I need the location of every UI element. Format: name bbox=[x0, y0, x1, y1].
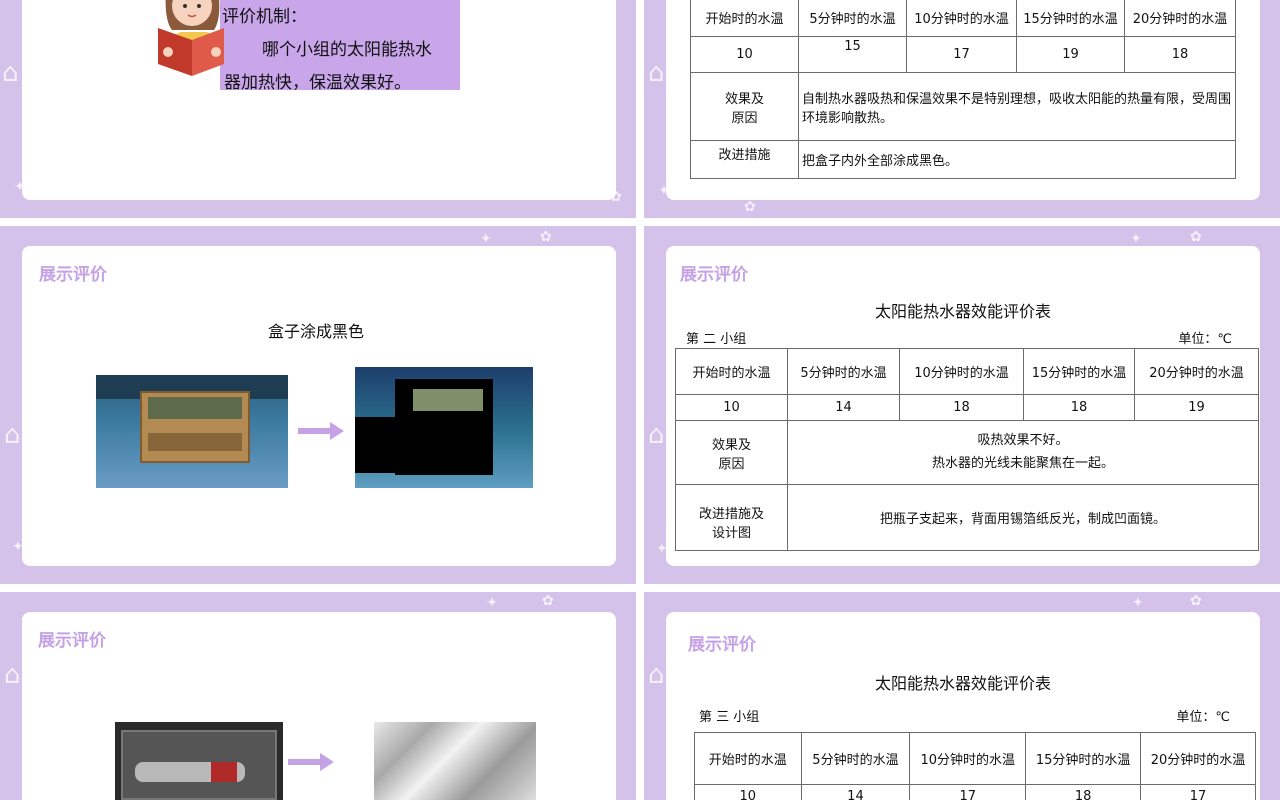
value-cell: 10 bbox=[694, 784, 802, 800]
unit-label: 单位：℃ bbox=[1176, 710, 1230, 725]
slide-1-card: 评价机制： 哪个小组的太阳能热水 器加热快，保温效果好。 bbox=[22, 0, 616, 200]
section-title: 展示评价 bbox=[39, 265, 107, 285]
flower-icon: ✿ bbox=[1190, 229, 1202, 245]
arrow-icon bbox=[298, 422, 344, 440]
slide-4-card: 展示评价 太阳能热水器效能评价表 第 二 小组 单位：℃ 开始时的水温 5分钟时… bbox=[666, 246, 1260, 566]
photo-caption: 盒子涂成黑色 bbox=[268, 322, 365, 341]
value-cell: 14 bbox=[800, 784, 911, 800]
girl-reading-book-icon bbox=[158, 0, 224, 76]
unit-label: 单位：℃ bbox=[1178, 332, 1232, 347]
header-cell: 20分钟时的水温 bbox=[1124, 0, 1236, 37]
flower-icon: ✿ bbox=[1190, 593, 1202, 609]
effect-text: 吸热效果不好。 热水器的光线未能聚焦在一起。 bbox=[787, 420, 1259, 485]
flower-icon: ✿ bbox=[540, 229, 552, 245]
header-cell: 20分钟时的水温 bbox=[1140, 732, 1256, 785]
header-cell: 15分钟时的水温 bbox=[1016, 0, 1125, 37]
slide-2-card: 开始时的水温 5分钟时的水温 10分钟时的水温 15分钟时的水温 20分钟时的水… bbox=[666, 0, 1260, 200]
improve-label: 改进措施 bbox=[690, 140, 799, 179]
bottle-box-photo bbox=[115, 722, 283, 800]
slide-3[interactable]: ✦ ✿ ⌂ ✦ 展示评价 盒子涂成黑色 bbox=[0, 226, 636, 584]
value-cell: 14 bbox=[787, 394, 900, 421]
evaluation-heading: 评价机制： bbox=[222, 7, 307, 27]
slide-2[interactable]: ⌂ ✦ ✿ 开始时的水温 5分钟时的水温 10分钟时的水温 15分钟时的水温 2… bbox=[644, 0, 1280, 218]
flower-icon: ✿ bbox=[744, 199, 756, 215]
efficiency-table-group-2: 开始时的水温 5分钟时的水温 10分钟时的水温 15分钟时的水温 20分钟时的水… bbox=[675, 348, 1259, 551]
arrow-icon bbox=[288, 753, 334, 771]
evaluation-line-2: 器加热快，保温效果好。 bbox=[224, 73, 411, 93]
foil-photo bbox=[374, 722, 536, 800]
effect-label: 效果及 原因 bbox=[675, 420, 788, 485]
star-icon: ✦ bbox=[486, 595, 498, 611]
section-title: 展示评价 bbox=[688, 635, 756, 655]
header-cell: 15分钟时的水温 bbox=[1025, 732, 1142, 785]
value-cell: 17 bbox=[1140, 784, 1256, 800]
star-icon: ✦ bbox=[480, 231, 492, 247]
box-photo-before bbox=[96, 375, 288, 488]
boot-icon: ⌂ bbox=[4, 420, 21, 450]
slide-4[interactable]: ✦ ✿ ⌂ ✦ 展示评价 太阳能热水器效能评价表 第 二 小组 单位：℃ 开始时… bbox=[644, 226, 1280, 584]
header-cell: 5分钟时的水温 bbox=[798, 0, 907, 37]
slide-5-card: 展示评价 bbox=[22, 612, 616, 800]
slide-1[interactable]: ✦ ⌂ ✿ 评价机制： 哪个小组的太阳能热水 器加热快，保温效果好。 bbox=[0, 0, 636, 218]
header-cell: 10分钟时的水温 bbox=[899, 348, 1024, 395]
boot-icon: ⌂ bbox=[4, 660, 21, 690]
evaluation-line-1: 哪个小组的太阳能热水 bbox=[262, 40, 432, 60]
slide-5[interactable]: ✦ ✿ ⌂ 展示评价 bbox=[0, 592, 636, 800]
group-label: 第 二 小组 bbox=[686, 332, 747, 347]
value-cell: 18 bbox=[1023, 394, 1135, 421]
header-cell: 10分钟时的水温 bbox=[909, 732, 1027, 785]
table-title: 太阳能热水器效能评价表 bbox=[874, 302, 1051, 321]
table-title: 太阳能热水器效能评价表 bbox=[874, 674, 1051, 693]
efficiency-table-group-3: 开始时的水温 5分钟时的水温 10分钟时的水温 15分钟时的水温 20分钟时的水… bbox=[694, 732, 1256, 800]
improve-label: 改进措施及 设计图 bbox=[675, 484, 788, 551]
star-icon: ✦ bbox=[1130, 231, 1142, 247]
slide-6[interactable]: ✦ ✿ ⌂ 展示评价 太阳能热水器效能评价表 第 三 小组 单位：℃ 开始时的水… bbox=[644, 592, 1280, 800]
header-cell: 开始时的水温 bbox=[675, 348, 788, 395]
boot-icon: ⌂ bbox=[2, 58, 19, 88]
slide-6-card: 展示评价 太阳能热水器效能评价表 第 三 小组 单位：℃ 开始时的水温 5分钟时… bbox=[666, 612, 1260, 800]
header-cell: 15分钟时的水温 bbox=[1023, 348, 1135, 395]
header-cell: 5分钟时的水温 bbox=[800, 732, 911, 785]
value-cell: 18 bbox=[1025, 784, 1142, 800]
boot-icon: ⌂ bbox=[648, 660, 665, 690]
improve-text: 把瓶子支起来，背面用锡箔纸反光，制成凹面镜。 bbox=[787, 484, 1259, 551]
box-photo-after bbox=[355, 367, 533, 488]
effect-label: 效果及 原因 bbox=[690, 72, 799, 141]
boot-icon: ⌂ bbox=[648, 420, 665, 450]
header-cell: 20分钟时的水温 bbox=[1134, 348, 1259, 395]
flower-icon: ✿ bbox=[542, 593, 554, 609]
header-cell: 开始时的水温 bbox=[690, 0, 799, 37]
value-cell: 18 bbox=[1124, 36, 1236, 73]
value-cell: 10 bbox=[675, 394, 788, 421]
value-cell: 17 bbox=[909, 784, 1027, 800]
value-cell: 15 bbox=[798, 36, 907, 73]
star-icon: ✦ bbox=[1132, 595, 1144, 611]
value-cell: 18 bbox=[899, 394, 1024, 421]
value-cell: 10 bbox=[690, 36, 799, 73]
improve-text: 把盒子内外全部涂成黑色。 bbox=[798, 140, 1236, 179]
header-cell: 开始时的水温 bbox=[694, 732, 802, 785]
value-cell: 19 bbox=[1134, 394, 1259, 421]
boot-icon: ⌂ bbox=[648, 58, 665, 88]
value-cell: 19 bbox=[1016, 36, 1125, 73]
group-label: 第 三 小组 bbox=[699, 710, 760, 725]
section-title: 展示评价 bbox=[680, 265, 748, 285]
value-cell: 17 bbox=[906, 36, 1017, 73]
header-cell: 10分钟时的水温 bbox=[906, 0, 1017, 37]
effect-text: 自制热水器吸热和保温效果不是特别理想，吸收太阳能的热量有限，受周围环境影响散热。 bbox=[798, 72, 1236, 141]
header-cell: 5分钟时的水温 bbox=[787, 348, 900, 395]
slide-3-card: 展示评价 盒子涂成黑色 bbox=[22, 246, 616, 566]
section-title: 展示评价 bbox=[38, 631, 106, 651]
efficiency-table-group-1: 开始时的水温 5分钟时的水温 10分钟时的水温 15分钟时的水温 20分钟时的水… bbox=[690, 0, 1236, 179]
